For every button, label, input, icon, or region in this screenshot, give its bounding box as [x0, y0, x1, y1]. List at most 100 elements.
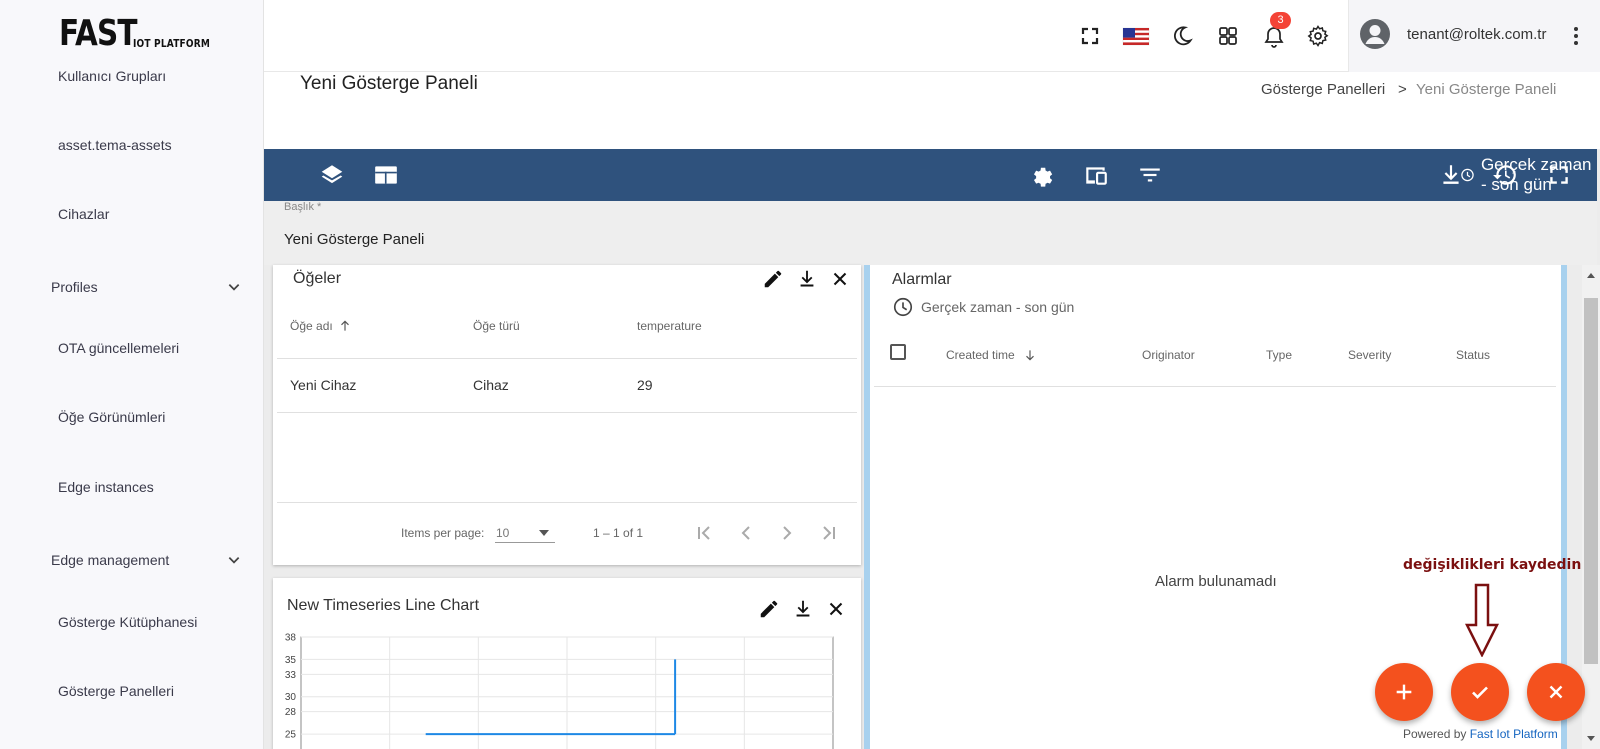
column-header-entity-name[interactable]: Öğe adı [290, 319, 333, 333]
next-page-icon[interactable] [775, 521, 799, 545]
close-icon[interactable] [829, 268, 851, 290]
sidebar-group-edge-management[interactable]: Edge management [51, 552, 241, 568]
alarms-timewindow-label: Gerçek zaman - son gün [921, 299, 1075, 315]
check-icon [1472, 686, 1488, 699]
scroll-down-icon[interactable] [1585, 734, 1597, 744]
select-all-checkbox[interactable] [890, 344, 906, 360]
column-header-created-time[interactable]: Created time [946, 348, 1015, 362]
annotation-text: değişiklikleri kaydedin [1403, 557, 1582, 573]
timewindow-button[interactable]: Gerçek zaman - son gün [1460, 155, 1597, 194]
avatar[interactable] [1359, 18, 1391, 50]
first-page-icon[interactable] [692, 521, 716, 545]
edit-icon[interactable] [762, 268, 784, 290]
more-vert-icon[interactable] [1566, 24, 1586, 48]
widget-title: New Timeseries Line Chart [287, 597, 480, 614]
column-header-severity[interactable]: Severity [1348, 348, 1391, 362]
y-tick-label: 33 [285, 670, 297, 681]
column-header-entity-type[interactable]: Öğe türü [473, 319, 520, 333]
filter-icon[interactable] [1137, 162, 1163, 188]
sort-arrow-up-icon [341, 320, 349, 331]
powered-by: Powered by Fast Iot Platform [1403, 727, 1558, 741]
chevron-down-icon [228, 557, 240, 564]
alarms-timewindow[interactable]: Gerçek zaman - son gün [892, 296, 1074, 318]
download-icon[interactable] [1438, 162, 1464, 188]
logo-text: FAST [59, 13, 138, 54]
title-field-input[interactable] [284, 231, 824, 248]
chevron-down-icon [228, 284, 240, 291]
previous-page-icon[interactable] [734, 521, 758, 545]
layers-icon[interactable] [319, 162, 345, 188]
history-icon[interactable] [1492, 162, 1518, 188]
divider [277, 358, 857, 359]
add-widget-button[interactable] [1375, 663, 1433, 721]
clock-icon [893, 297, 913, 317]
sidebar-item-asset-theme[interactable]: asset.tema-assets [58, 137, 172, 153]
cell-entity-name: Yeni Cihaz [290, 377, 357, 393]
sidebar-group-profiles[interactable]: Profiles [51, 279, 241, 295]
logo-subtext: IOT PLATFORM [133, 38, 211, 50]
breadcrumb-separator: > [1398, 81, 1407, 98]
powered-by-label: Powered by [1403, 727, 1467, 741]
devices-icon[interactable] [1083, 162, 1109, 188]
divider [277, 412, 857, 413]
breadcrumb-dashboards[interactable]: Gösterge Panelleri [1261, 81, 1385, 98]
close-icon [1549, 685, 1563, 699]
sidebar-item-ota-updates[interactable]: OTA güncellemeleri [58, 340, 179, 356]
column-header-originator[interactable]: Originator [1142, 348, 1195, 362]
fullscreen-icon[interactable] [1078, 24, 1102, 48]
arrow-down-icon [1465, 583, 1499, 657]
scrollbar-thumb[interactable] [1584, 298, 1598, 664]
us-flag-icon[interactable] [1122, 24, 1150, 48]
sidebar-item-edge-instances[interactable]: Edge instances [58, 479, 154, 495]
layout-icon[interactable] [373, 162, 399, 188]
column-header-label: Öğe adı [290, 319, 333, 333]
page-title: Yeni Gösterge Paneli [300, 73, 478, 94]
sidebar [0, 0, 264, 749]
y-tick-label: 30 [285, 692, 297, 703]
items-per-page-value: 10 [496, 526, 510, 540]
y-tick-label: 38 [285, 633, 297, 644]
entities-widget: Öğeler Öğe adı Öğe türü temperature Yeni… [273, 265, 861, 565]
last-page-icon[interactable] [817, 521, 841, 545]
line-chart: 38 35 33 30 28 25 [285, 633, 834, 749]
items-per-page-select[interactable]: 10 [495, 521, 555, 543]
app-logo[interactable]: FAST IOT PLATFORM [59, 16, 223, 52]
scroll-up-icon[interactable] [1585, 270, 1597, 280]
sidebar-group-label: Profiles [51, 279, 98, 295]
widget-title: Alarmlar [892, 271, 952, 288]
sidebar-item-entity-views[interactable]: Öğe Görünümleri [58, 409, 165, 425]
sidebar-item-dashboards[interactable]: Gösterge Panelleri [58, 683, 174, 699]
close-icon[interactable] [825, 598, 847, 620]
download-icon[interactable] [792, 598, 814, 620]
cell-entity-type: Cihaz [473, 377, 509, 393]
dashboard-toolbar: Gerçek zaman - son gün [264, 149, 1597, 201]
moon-icon[interactable] [1170, 24, 1194, 48]
download-icon[interactable] [796, 268, 818, 290]
cancel-button[interactable] [1527, 663, 1585, 721]
powered-by-link[interactable]: Fast Iot Platform [1470, 727, 1558, 741]
items-per-page-label: Items per page: [401, 526, 485, 540]
settings-icon[interactable] [1029, 162, 1055, 188]
sidebar-item-user-groups[interactable]: Kullanıcı Grupları [58, 68, 166, 84]
sidebar-group-label: Edge management [51, 552, 170, 568]
y-tick-label: 25 [285, 730, 297, 741]
save-button[interactable] [1451, 663, 1509, 721]
chart-widget: New Timeseries Line Chart 38 35 33 30 28 25 [273, 578, 861, 749]
y-tick-label: 28 [285, 707, 297, 718]
column-header-status[interactable]: Status [1456, 348, 1490, 362]
divider [277, 502, 857, 503]
column-header-temperature[interactable]: temperature [637, 319, 702, 333]
sidebar-item-devices[interactable]: Cihazlar [58, 206, 109, 222]
breadcrumb-current: Yeni Gösterge Paneli [1416, 81, 1557, 98]
sidebar-item-widget-library[interactable]: Gösterge Kütüphanesi [58, 614, 197, 630]
y-tick-label: 35 [285, 655, 297, 666]
fullscreen-icon[interactable] [1546, 162, 1572, 188]
column-header-type[interactable]: Type [1266, 348, 1292, 362]
gear-icon[interactable] [1306, 24, 1330, 48]
user-email: tenant@roltek.com.tr [1407, 26, 1547, 43]
cell-temperature: 29 [637, 377, 653, 393]
edit-icon[interactable] [758, 598, 780, 620]
title-field-label: Başlık * [284, 201, 322, 213]
divider [874, 386, 1556, 387]
apps-grid-icon[interactable] [1216, 24, 1240, 48]
